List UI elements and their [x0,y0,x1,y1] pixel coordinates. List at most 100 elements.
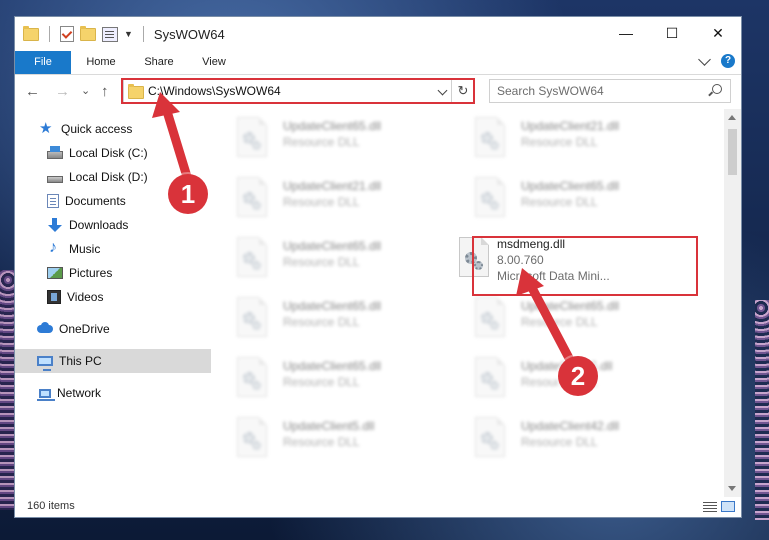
file-tile[interactable]: UpdateClient21.dll Resource DLL [211,173,431,229]
scroll-up-arrow-icon[interactable] [728,115,736,120]
sidebar-item-quick-access[interactable]: Quick access [15,117,233,141]
file-tile[interactable]: UpdateClient65.dll Resource DLL [449,293,669,349]
downloads-icon [47,218,63,232]
back-button[interactable]: ← [25,83,40,100]
file-description: Resource DLL [283,435,360,449]
dll-file-icon [237,177,269,217]
this-pc-icon [37,356,53,371]
sidebar-item-local-disk-d[interactable]: Local Disk (D:) [15,165,241,189]
documents-icon [47,194,59,208]
sidebar-item-this-pc[interactable]: This PC [15,349,231,373]
maximize-button[interactable]: ☐ [649,17,695,49]
close-button[interactable]: ✕ [695,17,741,49]
dll-file-icon [237,297,269,337]
file-name: UpdateClient5.dll [283,419,375,433]
window-controls: — ☐ ✕ [603,17,741,49]
quick-access-star-icon [39,119,55,137]
file-description: Resource DLL [283,195,360,209]
file-tile[interactable]: UpdateClient42.dll Resource DLL [449,413,669,469]
scroll-down-arrow-icon[interactable] [728,486,736,491]
file-description: Resource DLL [521,195,598,209]
help-icon[interactable]: ? [721,54,735,68]
tab-home[interactable]: Home [79,51,123,74]
properties-check-icon[interactable] [60,26,74,42]
file-tile[interactable]: UpdateClient65.dll Resource DLL [211,113,431,169]
tab-share[interactable]: Share [139,51,179,74]
details-view-icon[interactable] [703,501,717,512]
file-tile[interactable]: UpdateClient21.dll Resource DLL [449,113,669,169]
search-icon[interactable] [712,84,722,94]
up-button[interactable]: ↑ [101,83,109,100]
minimize-button[interactable]: — [603,17,649,49]
sidebar-item-music[interactable]: Music [15,237,241,261]
item-count: 160 items [27,500,75,512]
file-tile[interactable]: UpdateClient65.dll Resource DLL [211,233,431,289]
file-tile[interactable]: UpdateClient65.dll Resource DLL [211,293,431,349]
sidebar-item-label: Music [69,242,101,256]
dll-file-icon [237,417,269,457]
file-description: Resource DLL [283,375,360,389]
dll-file-icon [237,117,269,157]
sidebar-item-network[interactable]: Network [15,381,231,405]
sidebar-item-pictures[interactable]: Pictures [15,261,241,285]
customize-qat-caret-icon[interactable]: ▼ [124,29,133,39]
file-description: Resource DLL [521,315,598,329]
file-name: UpdateClient65.dll [283,359,382,373]
sidebar-item-label: Quick access [61,122,133,136]
navigation-pane: Quick access Local Disk (C:) Local Disk … [15,115,239,495]
scrollbar-thumb[interactable] [728,129,737,175]
music-icon [47,239,63,257]
qat-separator [142,26,144,42]
file-highlight-box [472,236,698,296]
dll-file-icon [475,297,507,337]
wallpaper-flowers-right [755,300,769,520]
quick-access-toolbar: ▼ SysWOW64 [23,25,225,42]
step-1-callout: 1 [168,174,208,214]
sidebar-item-onedrive[interactable]: OneDrive [15,317,231,341]
search-placeholder[interactable]: Search SysWOW64 [497,84,604,98]
file-name: UpdateClient65.dll [283,119,382,133]
search-box[interactable]: Search SysWOW64 [489,79,731,103]
large-icons-view-icon[interactable] [721,501,735,512]
folder-icon[interactable] [23,25,39,41]
recent-locations-button[interactable]: ⌄ [81,84,90,97]
sidebar-item-label: Pictures [69,266,113,280]
sidebar-item-videos[interactable]: Videos [15,285,241,309]
step-2-callout: 2 [558,356,598,396]
sidebar-item-local-disk-c[interactable]: Local Disk (C:) [15,141,241,165]
expand-ribbon-chevron-icon[interactable] [698,52,711,66]
sidebar-item-label: Documents [65,194,126,208]
file-name: UpdateClient21.dll [521,119,620,133]
file-name: UpdateClient65.dll [283,299,382,313]
ribbon-tabs: File Home Share View ? [15,51,741,75]
file-name: UpdateClient65.dll [521,179,620,193]
sidebar-item-label: Downloads [69,218,129,232]
tab-view[interactable]: View [195,51,233,74]
file-description: Resource DLL [521,135,598,149]
navigation-bar: ← → ⌄ ↑ C:\Windows\SysWOW64 ↻ Search Sys… [15,75,741,108]
properties-icon[interactable] [102,26,118,42]
sidebar-item-label: Network [57,386,102,400]
sidebar-item-label: Local Disk (D:) [69,170,148,184]
vertical-scrollbar[interactable] [724,109,741,497]
view-switcher [703,501,735,512]
local-disk-icon [47,146,63,159]
new-folder-icon[interactable] [80,25,96,41]
file-description: Resource DLL [283,315,360,329]
file-description: Resource DLL [283,255,360,269]
sidebar-item-downloads[interactable]: Downloads [15,213,241,237]
file-tile[interactable]: UpdateClient65.dll Resource DLL [449,173,669,229]
file-tile[interactable]: UpdateClient5.dll Resource DLL [211,413,431,469]
videos-icon [47,290,61,304]
dll-file-icon [237,357,269,397]
tab-file[interactable]: File [15,51,71,74]
dll-file-icon [475,417,507,457]
dll-file-icon [475,357,507,397]
file-description: Resource DLL [521,435,598,449]
status-bar: 160 items [15,497,741,517]
file-name: UpdateClient21.dll [283,179,382,193]
dll-file-icon [237,237,269,277]
forward-button[interactable]: → [55,83,70,100]
file-tile[interactable]: UpdateClient65.dll Resource DLL [211,353,431,409]
local-disk-icon [47,176,63,183]
